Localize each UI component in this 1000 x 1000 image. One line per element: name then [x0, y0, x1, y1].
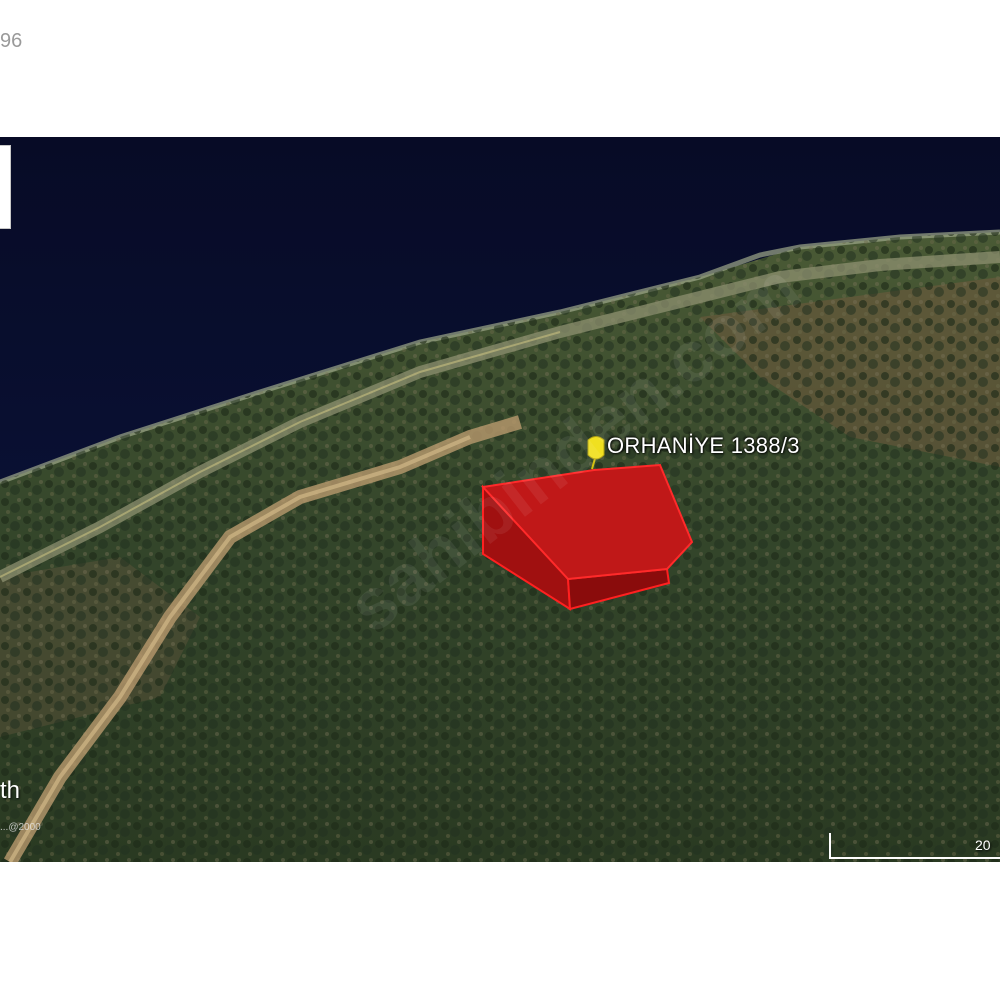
header-text: 96: [0, 30, 23, 52]
parcel-label: ORHANİYE 1388/3: [607, 433, 800, 458]
map-side-panel[interactable]: [0, 145, 11, 229]
map-copyright: ...@2000: [0, 822, 41, 833]
scale-text: 20: [975, 837, 991, 853]
satellite-map[interactable]: sahibinden.com ORHANİYE 1388/3 th ...@20…: [0, 137, 1000, 862]
terrain-graphic: [0, 137, 1000, 862]
map-logo-text: th: [0, 777, 21, 804]
